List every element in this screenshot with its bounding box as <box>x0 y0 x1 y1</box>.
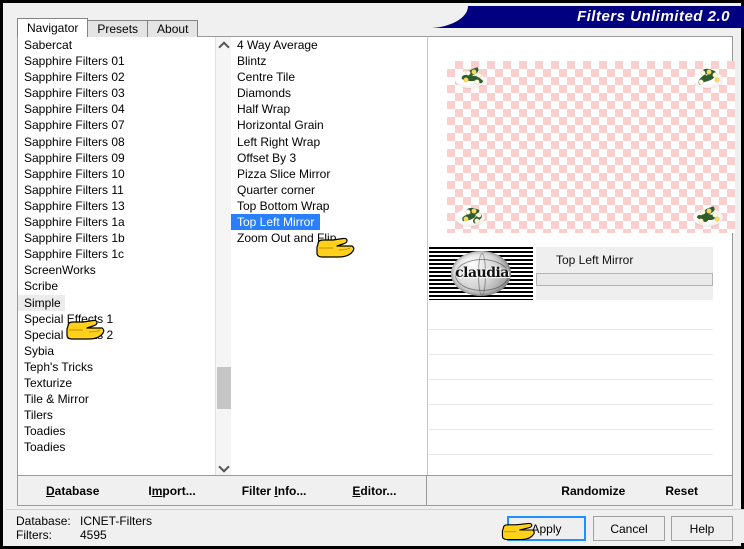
parameter-row <box>429 305 713 330</box>
bouquet-top-right <box>693 67 727 89</box>
import-button[interactable]: Import... <box>142 481 201 501</box>
tab-strip: Navigator Presets About <box>17 18 199 37</box>
parameter-row <box>429 380 713 405</box>
parameter-rows <box>429 305 713 505</box>
list-item[interactable]: Sapphire Filters 11 <box>18 182 215 198</box>
list-item[interactable]: Sapphire Filters 1a <box>18 214 215 230</box>
tab-about[interactable]: About <box>147 20 199 37</box>
category-list-scrollbar[interactable] <box>215 37 231 475</box>
watermark-text: claudia <box>455 265 509 281</box>
list-item[interactable]: Top Bottom Wrap <box>231 198 427 214</box>
database-value: ICNET-Filters <box>80 514 152 528</box>
parameter-header: Top Left Mirror <box>536 247 713 300</box>
list-item[interactable]: Special Effects 2 <box>18 327 215 343</box>
parameter-row <box>429 405 713 430</box>
list-item[interactable]: Sapphire Filters 01 <box>18 53 215 69</box>
list-item[interactable]: ScreenWorks <box>18 262 215 278</box>
scroll-up-button[interactable] <box>216 37 231 53</box>
list-item[interactable]: Toadies <box>18 423 215 439</box>
list-item[interactable]: Sabercat <box>18 37 215 53</box>
reset-button[interactable]: Reset <box>659 481 704 501</box>
scrollbar-thumb[interactable] <box>217 367 231 409</box>
list-item[interactable]: Quarter corner <box>231 182 427 198</box>
filters-unlimited-window: Filters Unlimited 2.0 Navigator Presets … <box>0 0 744 549</box>
list-item[interactable]: Pizza Slice Mirror <box>231 166 427 182</box>
list-item[interactable]: Tile & Mirror <box>18 391 215 407</box>
list-item[interactable]: Simple <box>18 294 65 311</box>
randomize-button[interactable]: Randomize <box>555 481 631 501</box>
apply-button[interactable]: Apply <box>507 516 586 541</box>
list-item[interactable]: Texturize <box>18 375 215 391</box>
right-button-bar: Randomize Reset <box>427 476 733 506</box>
list-item[interactable]: Sapphire Filters 1b <box>18 230 215 246</box>
list-item[interactable]: Centre Tile <box>231 69 427 85</box>
list-item[interactable]: Sapphire Filters 10 <box>18 166 215 182</box>
list-item[interactable]: Left Right Wrap <box>231 134 427 150</box>
selected-filter-name: Top Left Mirror <box>556 253 634 267</box>
list-item[interactable]: Sapphire Filters 08 <box>18 134 215 150</box>
list-item[interactable]: Zoom Out and Flip <box>231 230 427 246</box>
list-item[interactable]: Sapphire Filters 04 <box>18 101 215 117</box>
bouquet-bottom-left <box>455 205 489 227</box>
preview-column: claudia Top Left Mirror <box>428 37 735 505</box>
list-item[interactable]: Toadies <box>18 439 215 455</box>
list-item[interactable]: Sapphire Filters 03 <box>18 85 215 101</box>
preview-image[interactable] <box>447 61 735 233</box>
help-button[interactable]: Help <box>671 516 733 541</box>
list-item[interactable]: Scribe <box>18 278 215 294</box>
parameter-row <box>429 330 713 355</box>
chevron-up-icon <box>220 41 228 49</box>
category-list[interactable]: Sabercat Sapphire Filters 01 Sapphire Filt… <box>18 37 215 475</box>
filter-info-button[interactable]: Filter Info... <box>236 481 313 501</box>
tab-presets[interactable]: Presets <box>87 20 149 37</box>
list-item[interactable]: Diamonds <box>231 85 427 101</box>
database-button[interactable]: Database <box>40 481 105 501</box>
cancel-button[interactable]: Cancel <box>593 516 665 541</box>
list-item[interactable]: Offset By 3 <box>231 150 427 166</box>
tab-navigator[interactable]: Navigator <box>17 18 89 37</box>
list-item[interactable]: Teph's Tricks <box>18 359 215 375</box>
app-title: Filters Unlimited 2.0 <box>576 8 730 25</box>
editor-button[interactable]: Editor... <box>346 481 402 501</box>
parameter-slider-track[interactable] <box>536 273 713 286</box>
filters-label: Filters: <box>16 528 52 542</box>
bouquet-bottom-right <box>693 205 727 227</box>
list-item[interactable]: Special Effects 1 <box>18 311 215 327</box>
filters-count-value: 4595 <box>80 528 107 542</box>
parameter-row <box>429 430 713 455</box>
list-item[interactable]: Sybia <box>18 343 215 359</box>
database-label: Database: <box>16 514 71 528</box>
list-item[interactable]: Sapphire Filters 07 <box>18 117 215 133</box>
filter-list[interactable]: 4 Way Average Blintz Centre Tile Diamonds Ha… <box>231 37 428 475</box>
left-button-bar: Database Import... Filter Info... Editor… <box>17 476 427 506</box>
list-item[interactable]: Sapphire Filters 1c <box>18 246 215 262</box>
list-item[interactable]: 4 Way Average <box>231 37 427 53</box>
list-item[interactable]: Blintz <box>231 53 427 69</box>
list-item[interactable]: Half Wrap <box>231 101 427 117</box>
scroll-down-button[interactable] <box>216 459 231 475</box>
parameter-row <box>429 355 713 380</box>
chevron-down-icon <box>220 463 228 471</box>
list-item[interactable]: Top Left Mirror <box>231 214 321 231</box>
list-item[interactable]: Sapphire Filters 09 <box>18 150 215 166</box>
main-panel: Sabercat Sapphire Filters 01 Sapphire Filt… <box>17 36 735 505</box>
list-item[interactable]: Sapphire Filters 13 <box>18 198 215 214</box>
list-item[interactable]: Horizontal Grain <box>231 117 427 133</box>
list-item[interactable]: Tilers <box>18 407 215 423</box>
watermark-thumbnail: claudia <box>429 247 533 300</box>
list-item[interactable]: Sapphire Filters 02 <box>18 69 215 85</box>
bouquet-top-left <box>455 67 489 89</box>
